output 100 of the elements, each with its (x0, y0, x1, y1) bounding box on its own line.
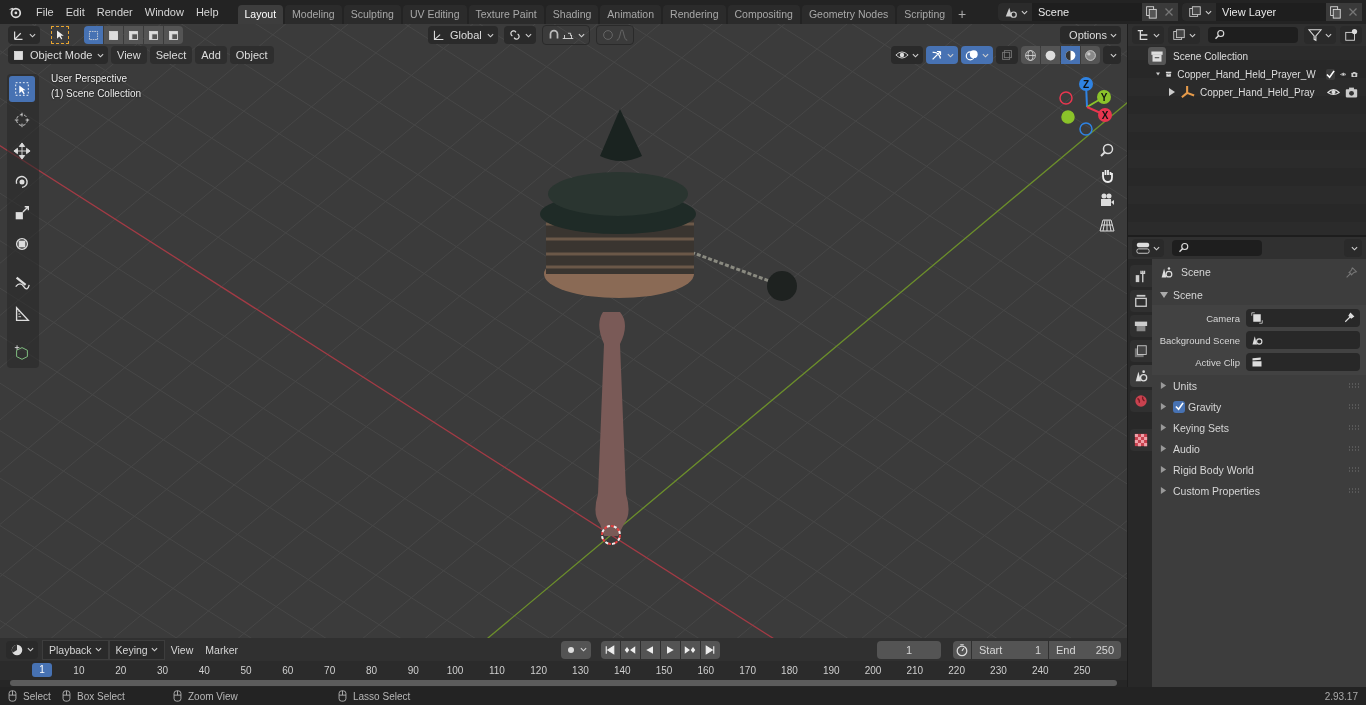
axis-handle[interactable]: Y (1097, 90, 1111, 104)
editor-type-dropdown[interactable] (1132, 239, 1164, 257)
editor-type-dropdown[interactable] (6, 640, 38, 659)
timeline-menu[interactable]: Keying (108, 639, 165, 660)
playback-button[interactable] (621, 640, 640, 659)
workspace-tab[interactable]: Animation (600, 5, 662, 24)
overlay-toggle[interactable] (961, 46, 993, 64)
outliner-item[interactable]: Copper_Hand_Held_Pray (1200, 86, 1315, 98)
menu-item[interactable]: Render (90, 6, 139, 18)
current-frame-marker[interactable]: 1 (32, 663, 52, 677)
tool-tab[interactable] (1130, 265, 1152, 287)
visibility-dropdown[interactable] (891, 46, 923, 64)
drag-handle-icon[interactable] (1348, 487, 1360, 494)
property-field[interactable] (1246, 309, 1360, 327)
viewport-menu[interactable]: Select (149, 46, 193, 64)
timeline-menu[interactable]: View (164, 640, 200, 659)
pivot-dropdown[interactable] (8, 26, 40, 44)
transform-orientation-dropdown[interactable]: Global (428, 26, 498, 44)
workspace-tab[interactable]: Rendering (663, 5, 726, 24)
negative-axis-handle[interactable] (1079, 122, 1093, 136)
drag-handle-icon[interactable] (1348, 445, 1360, 452)
gizmo-toggle[interactable] (926, 46, 958, 64)
add-workspace-button[interactable]: + (954, 5, 971, 24)
menu-item[interactable]: Edit (59, 6, 91, 18)
disclosure-triangle[interactable] (1168, 88, 1176, 96)
output-tab[interactable] (1130, 315, 1152, 337)
workspace-tab[interactable]: Layout (237, 5, 284, 24)
subpanel-header[interactable]: Keying Sets (1158, 417, 1360, 438)
workspace-tab[interactable]: Compositing (727, 5, 800, 24)
drag-handle-icon[interactable] (1348, 403, 1360, 410)
scene-tab[interactable] (1130, 365, 1152, 387)
property-field[interactable] (1246, 353, 1360, 371)
search-field[interactable] (1208, 27, 1298, 43)
outliner-item[interactable]: Scene Collection (1173, 50, 1249, 62)
options-dropdown[interactable] (1344, 239, 1362, 257)
negative-axis-handle[interactable] (1061, 110, 1075, 124)
workspace-tab[interactable]: UV Editing (402, 5, 467, 24)
subpanel-header[interactable]: Audio (1158, 438, 1360, 459)
negative-axis-handle[interactable] (1059, 91, 1073, 105)
subpanel-header[interactable]: Custom Properties (1158, 480, 1360, 501)
select-tool-button[interactable] (51, 26, 69, 44)
render-tab[interactable] (1130, 290, 1152, 312)
shading-options-dropdown[interactable] (1103, 46, 1121, 64)
end-frame-field[interactable]: End 250 (1049, 640, 1121, 659)
workspace-tab[interactable]: Modeling (285, 5, 342, 24)
shading-mode-button[interactable] (1041, 46, 1060, 64)
selection-mode-button[interactable] (104, 26, 123, 44)
workspace-tab[interactable]: Texture Paint (468, 5, 544, 24)
scene-type-dropdown[interactable] (998, 3, 1032, 21)
menu-item[interactable]: Window (138, 6, 190, 18)
grid-icon[interactable] (1099, 217, 1115, 233)
editor-type-dropdown[interactable] (1132, 26, 1164, 44)
options-dropdown[interactable]: Options (1060, 26, 1121, 44)
playback-button[interactable] (701, 640, 720, 659)
viewport-menu[interactable]: View (111, 46, 147, 64)
menu-item[interactable]: File (30, 6, 60, 18)
search-field[interactable] (1172, 240, 1262, 256)
workspace-tab[interactable]: Geometry Nodes (801, 5, 896, 24)
exclude-checkbox[interactable] (1325, 68, 1335, 80)
playback-button[interactable] (661, 640, 680, 659)
blender-logo-icon[interactable] (8, 5, 22, 19)
workspace-tab[interactable]: Sculpting (343, 5, 401, 24)
panel-header[interactable]: Scene (1152, 285, 1366, 305)
preview-range-toggle[interactable] (953, 640, 971, 659)
new-collection-button[interactable] (1340, 26, 1362, 44)
shading-mode-button[interactable] (1061, 46, 1080, 64)
zoom-icon[interactable] (1099, 142, 1115, 158)
drag-handle-icon[interactable] (1348, 382, 1360, 389)
copy-icon[interactable] (1326, 3, 1344, 21)
subpanel-header[interactable]: Rigid Body World (1158, 459, 1360, 480)
xray-toggle[interactable] (996, 46, 1018, 64)
outliner-item[interactable]: Copper_Hand_Held_Prayer_W (1177, 68, 1316, 80)
select-tool-button[interactable] (9, 76, 35, 102)
disclosure-triangle[interactable] (1156, 70, 1161, 78)
hand-icon[interactable] (1099, 167, 1115, 183)
workspace-tab[interactable]: Scripting (897, 5, 953, 24)
property-field[interactable] (1246, 331, 1360, 349)
drag-handle-icon[interactable] (1348, 424, 1360, 431)
copy-icon[interactable] (1142, 3, 1160, 21)
viewport-menu[interactable]: Object (229, 46, 274, 64)
axis-handle[interactable]: X (1098, 108, 1112, 122)
subpanel-header[interactable]: Gravity (1158, 396, 1360, 417)
timeline-menu[interactable]: Playback (42, 639, 109, 660)
timeline-menu[interactable]: Marker (199, 640, 244, 659)
playback-button[interactable] (681, 640, 700, 659)
axis-handle[interactable]: Z (1079, 77, 1093, 91)
viewport-menu[interactable]: Add (195, 46, 227, 64)
selection-mode-button[interactable] (144, 26, 163, 44)
start-frame-field[interactable]: Start 1 (972, 640, 1048, 659)
view-layer-tab[interactable] (1130, 340, 1152, 362)
current-frame-field[interactable]: 1 (877, 640, 941, 659)
eyedropper-icon[interactable] (1343, 312, 1355, 324)
selection-mode-button[interactable] (124, 26, 143, 44)
camera-icon[interactable] (1099, 192, 1115, 208)
filter-dropdown[interactable] (1304, 26, 1336, 44)
selection-mode-button[interactable] (84, 26, 103, 44)
pivot-point-dropdown[interactable] (504, 26, 536, 44)
record-button[interactable] (561, 640, 591, 659)
mode-dropdown[interactable]: Object Mode (8, 46, 108, 64)
display-mode-dropdown[interactable] (1168, 26, 1200, 44)
